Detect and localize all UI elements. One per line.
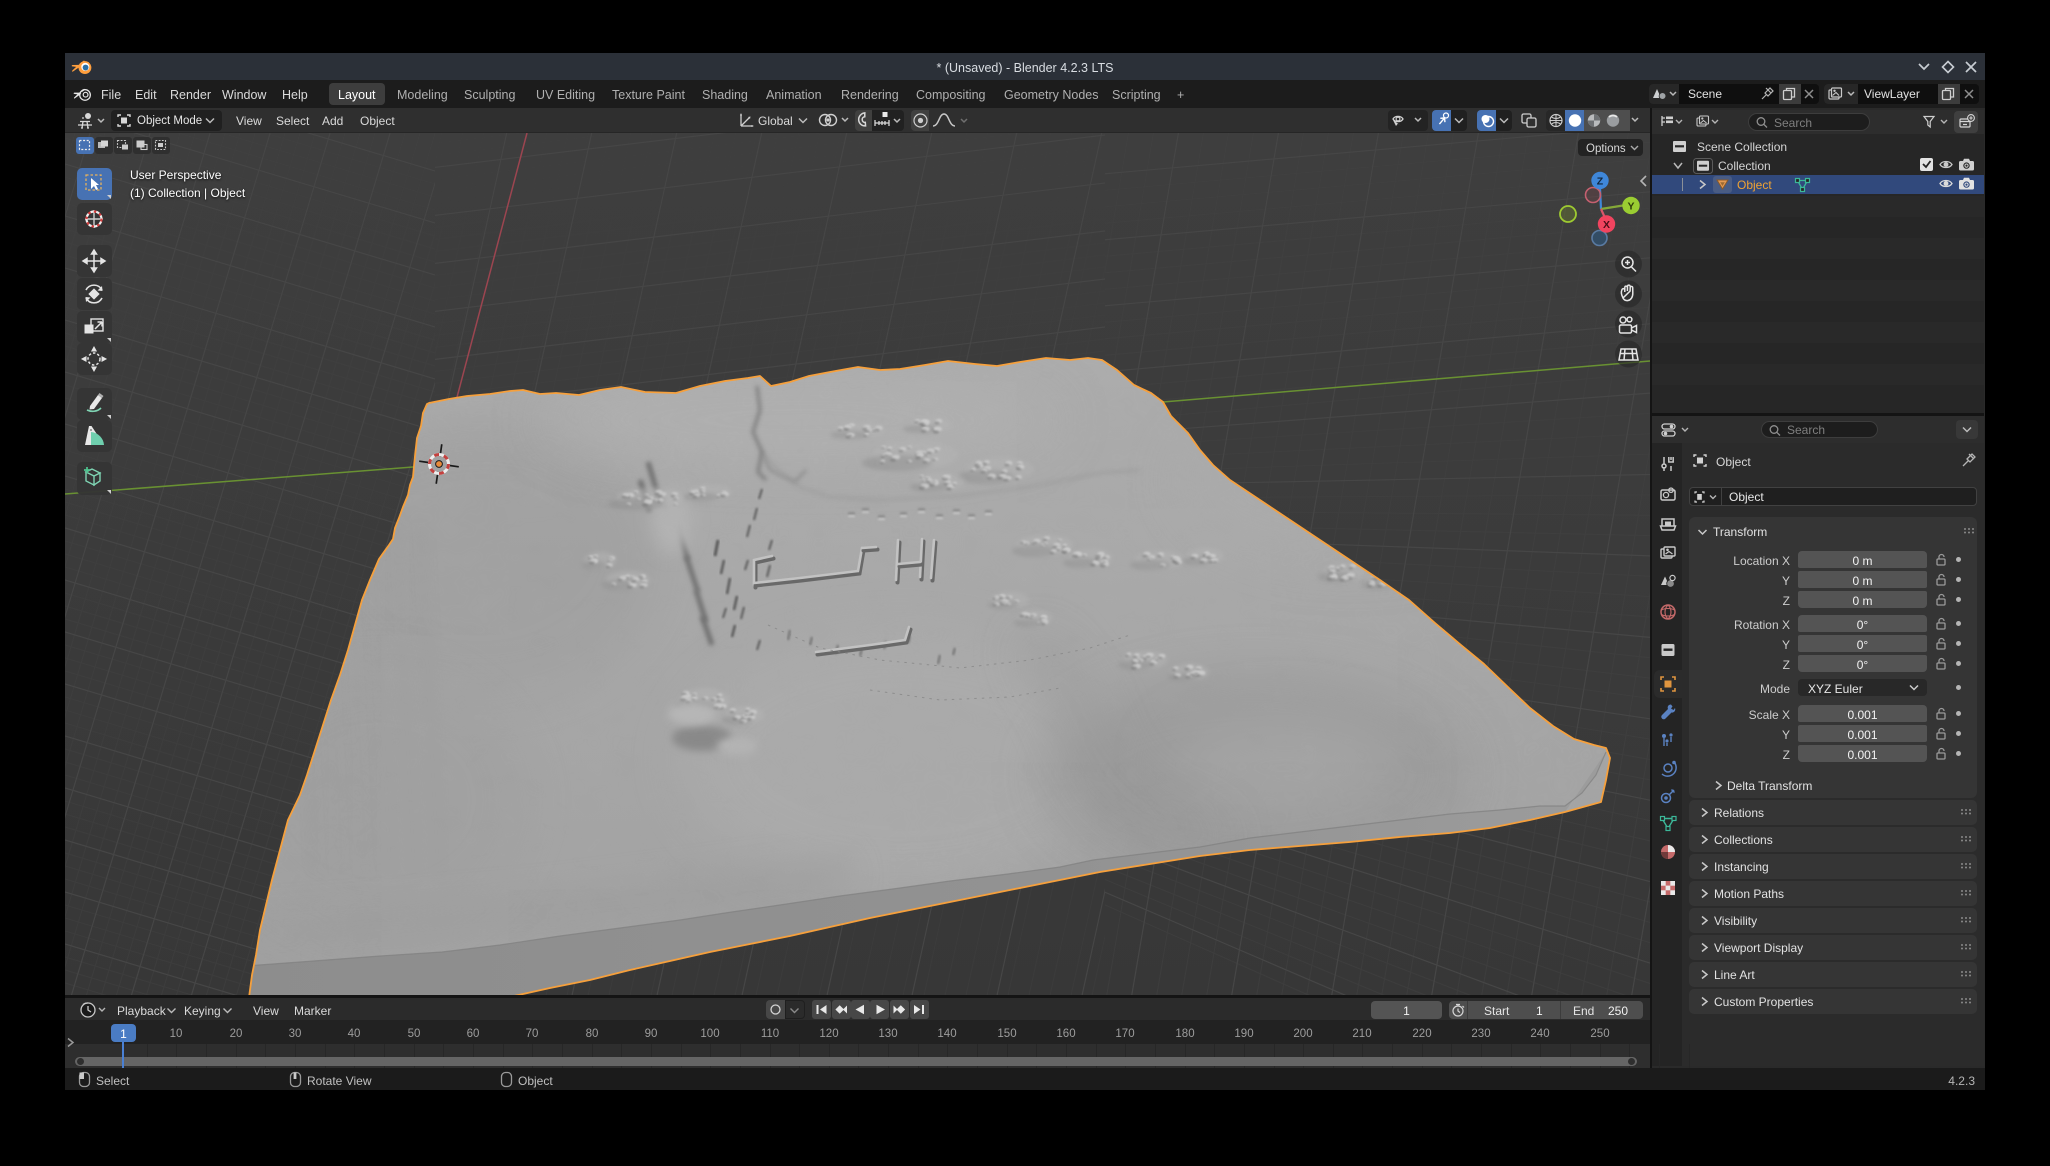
svg-text:Y: Y [1627, 201, 1634, 213]
svg-text:Z: Z [1597, 176, 1604, 188]
svg-text:X: X [1603, 219, 1610, 231]
